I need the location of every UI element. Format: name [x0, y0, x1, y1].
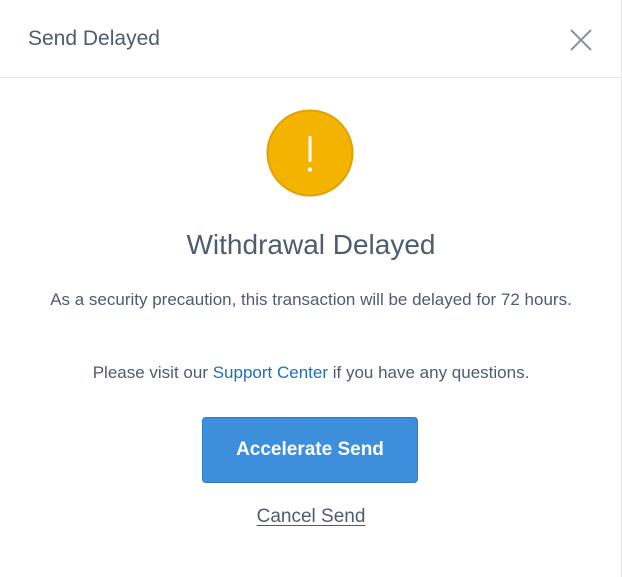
- help-text-suffix: if you have any questions.: [328, 363, 530, 382]
- accelerate-send-button[interactable]: Accelerate Send: [202, 417, 418, 483]
- help-text-prefix: Please visit our: [92, 363, 213, 382]
- support-center-link[interactable]: Support Center: [213, 363, 328, 382]
- alert-heading: Withdrawal Delayed: [186, 229, 436, 260]
- cancel-send-link[interactable]: Cancel Send: [257, 506, 366, 527]
- close-button[interactable]: [565, 24, 597, 56]
- modal-header: Send Delayed: [0, 0, 622, 78]
- send-delayed-modal: Send Delayed Withdrawal Delayed As a sec…: [0, 0, 622, 577]
- modal-title: Send Delayed: [28, 27, 160, 50]
- warning-indicator: [266, 109, 354, 197]
- exclamation-icon: [266, 109, 354, 197]
- close-icon: [570, 29, 592, 51]
- cancel-send-container: Cancel Send: [0, 504, 622, 530]
- help-text: Please visit our Support Center if you h…: [30, 359, 592, 386]
- delay-description: As a security precaution, this transacti…: [50, 290, 572, 309]
